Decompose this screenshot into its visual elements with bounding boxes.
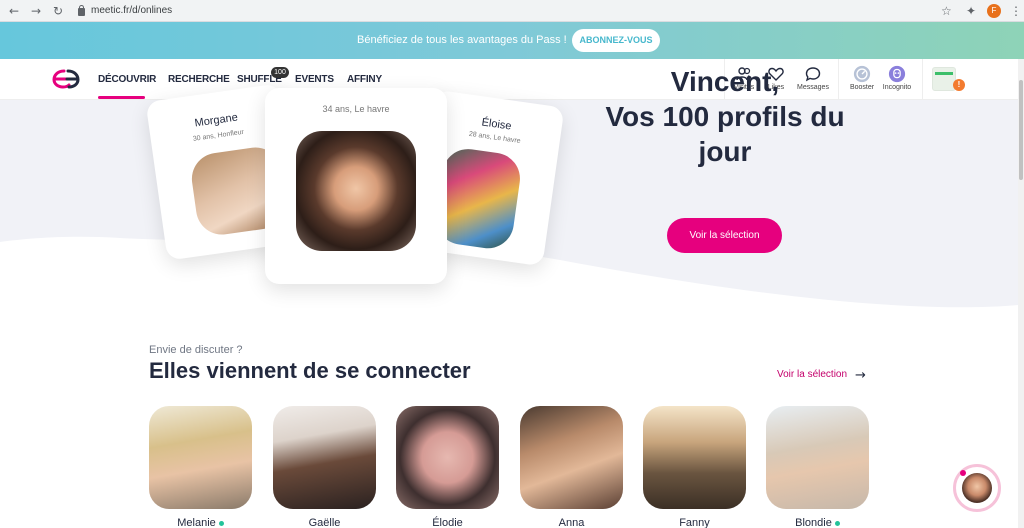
browser-toolbar: ← → ↻ meetic.fr/d/onlines ☆ ✦ F ⋮	[0, 0, 1024, 22]
scrollbar-thumb[interactable]	[1019, 80, 1023, 180]
hero-title: Vincent, Vos 100 profils du jour	[560, 66, 890, 169]
online-profile-name[interactable]: Blondie	[766, 517, 869, 528]
view-selection-link[interactable]: Voir la sélection	[777, 369, 847, 380]
nav-recherche[interactable]: RECHERCHE	[168, 74, 230, 85]
online-profile-name[interactable]: Gaëlle	[273, 517, 376, 528]
profile-name-text: Fanny	[679, 517, 710, 528]
hero-profile-card[interactable]: 34 ans, Le havre	[265, 88, 447, 284]
promo-text: Bénéficiez de tous les avantages du Pass…	[357, 34, 567, 46]
hero-title-line: Vincent,	[670, 66, 780, 97]
nav-affiny[interactable]: AFFINY	[347, 74, 382, 85]
reload-icon[interactable]: ↻	[50, 3, 66, 19]
profile-photo	[296, 131, 416, 251]
subscribe-button[interactable]: ABONNEZ-VOUS	[572, 29, 660, 52]
profile-name-text: Anna	[558, 517, 585, 528]
online-status-dot	[834, 520, 840, 526]
chat-notification-dot	[960, 470, 966, 476]
nav-decouvrir[interactable]: DÉCOUVRIR	[98, 74, 156, 85]
back-icon[interactable]: ←	[6, 3, 22, 19]
profile-alert-badge[interactable]: !	[953, 79, 965, 91]
browser-menu-icon[interactable]: ⋮	[1010, 3, 1022, 19]
online-profile-name[interactable]: Fanny	[643, 517, 746, 528]
extensions-icon[interactable]: ✦	[966, 3, 976, 19]
lock-icon	[78, 5, 85, 16]
hero-title-line: Vos 100 profils du	[605, 101, 845, 132]
profile-name-text: Blondie	[795, 517, 832, 528]
shuffle-count-badge: 100	[271, 67, 289, 78]
bookmark-star-icon[interactable]: ☆	[941, 3, 952, 19]
online-profile-name[interactable]: Anna	[520, 517, 623, 528]
nav-events[interactable]: EVENTS	[295, 74, 334, 85]
incognito-icon	[888, 65, 906, 83]
arrow-right-icon[interactable]: →	[855, 368, 866, 383]
online-profile-photo[interactable]	[766, 406, 869, 509]
online-profile-name[interactable]: Élodie	[396, 517, 499, 528]
online-profile-name[interactable]: Melanie	[149, 517, 252, 528]
section-title: Elles viennent de se connecter	[149, 358, 471, 383]
online-status-dot	[218, 520, 224, 526]
view-selection-button[interactable]: Voir la sélection	[667, 218, 782, 253]
url-text: meetic.fr/d/onlines	[91, 5, 173, 16]
online-profile-photo[interactable]	[273, 406, 376, 509]
profile-name-text: Gaëlle	[308, 517, 341, 528]
hero-title-line: jour	[698, 136, 752, 167]
header-divider	[922, 59, 923, 100]
promo-banner: Bénéficiez de tous les avantages du Pass…	[0, 22, 1024, 59]
profile-name-text: Élodie	[432, 517, 463, 528]
chat-avatar	[962, 473, 992, 503]
online-profile-photo[interactable]	[149, 406, 252, 509]
meetic-logo[interactable]	[52, 67, 80, 91]
card-subtitle: 34 ans, Le havre	[322, 104, 390, 114]
forward-icon[interactable]: →	[28, 3, 44, 19]
profile-name-text: Melanie	[177, 517, 216, 528]
online-profile-photo[interactable]	[520, 406, 623, 509]
active-tab-indicator	[98, 96, 145, 99]
address-bar[interactable]: meetic.fr/d/onlines	[66, 2, 966, 20]
online-profile-photo[interactable]	[643, 406, 746, 509]
section-kicker: Envie de discuter ?	[149, 344, 243, 356]
my-profile-thumbnail[interactable]	[932, 67, 956, 91]
browser-profile-avatar[interactable]: F	[987, 4, 1001, 18]
online-profile-photo[interactable]	[396, 406, 499, 509]
